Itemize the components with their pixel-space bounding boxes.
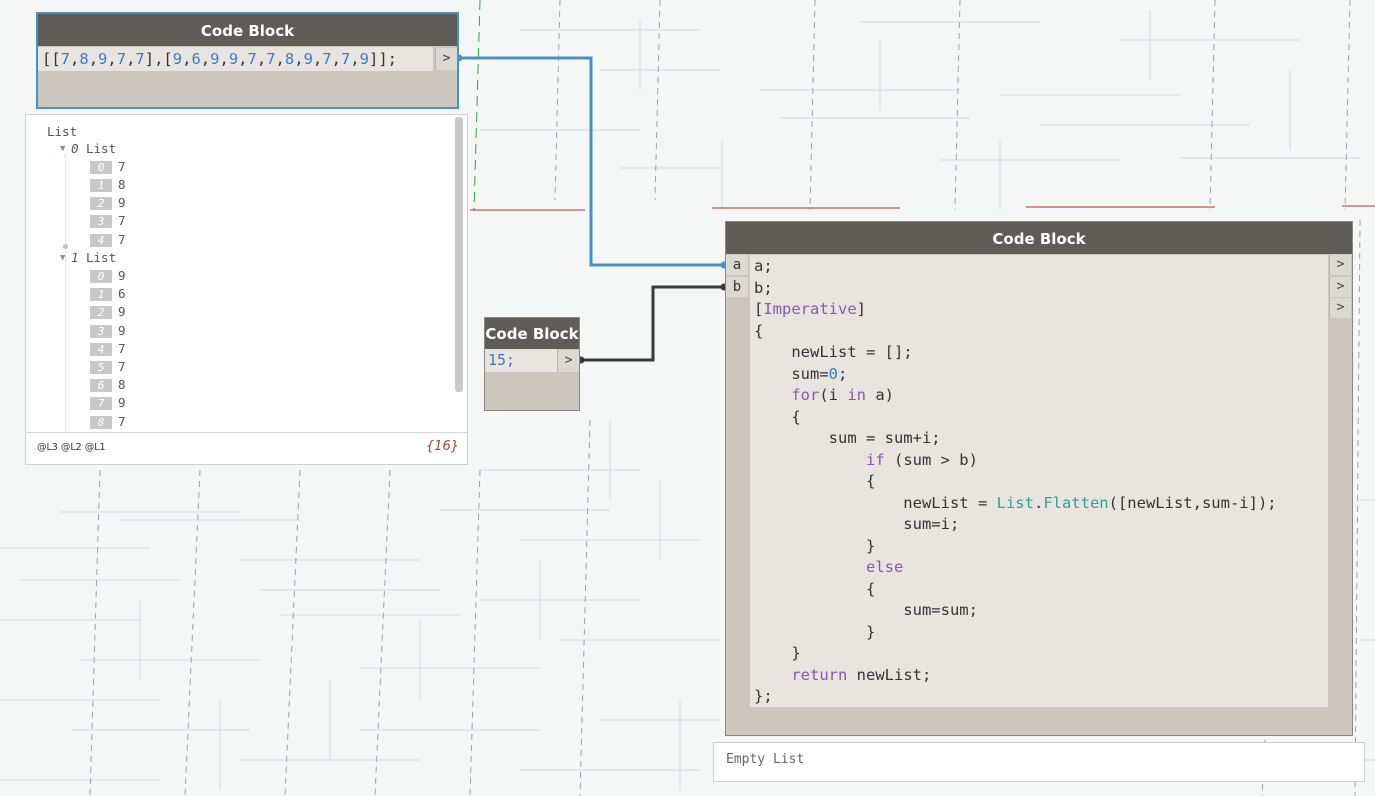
list-item: 87 [90, 414, 126, 429]
list-item: 16 [90, 286, 126, 301]
list-item: 09 [90, 268, 126, 283]
node-title[interactable]: Code Block [38, 14, 457, 46]
code-block-imperative-node[interactable]: Code Block a b a; b; [Imperative] { newL… [725, 221, 1353, 736]
preview-bubble[interactable]: Empty List [713, 742, 1365, 782]
wire-list-to-a [459, 56, 725, 267]
list-item: 39 [90, 323, 126, 338]
tree-group-index: 1 [71, 250, 79, 265]
code-editor[interactable]: 15; [485, 349, 557, 372]
tree-group-label: List [86, 250, 117, 265]
output-port-2[interactable]: > [1329, 298, 1351, 318]
watch-footer: @L3 @L2 @L1 {16} [26, 432, 467, 464]
number-value: 15; [488, 351, 516, 369]
list-item: 29 [90, 304, 126, 319]
list-item: 37 [90, 213, 126, 228]
input-port-b[interactable]: b [726, 277, 748, 297]
wire-15-to-b [580, 285, 725, 362]
watch-preview-panel[interactable]: List ▼ 0 List 07 18 29 37 47 ▼ 1 List 09… [25, 114, 468, 465]
list-item: 57 [90, 359, 126, 374]
list-levels[interactable]: @L3 @L2 @L1 [37, 442, 106, 453]
code-editor[interactable]: [[7,8,9,7,7],[9,6,9,9,7,7,8,9,7,7,9]]; [38, 47, 433, 71]
list-item: 29 [90, 195, 126, 210]
alignment-guide [473, 0, 481, 211]
code-editor[interactable]: a; b; [Imperative] { newList = []; sum=0… [750, 255, 1328, 707]
item-count: {16} [425, 439, 459, 454]
tree-group-label: List [86, 141, 117, 156]
list-item: 68 [90, 377, 126, 392]
code-block-list-node[interactable]: Code Block [[7,8,9,7,7],[9,6,9,9,7,7,8,9… [36, 12, 459, 109]
collapse-arrow-icon[interactable]: ▼ [60, 144, 65, 154]
input-port-a[interactable]: a [726, 255, 748, 275]
list-item: 47 [90, 232, 126, 247]
output-port[interactable]: > [557, 350, 579, 372]
node-title[interactable]: Code Block [485, 318, 579, 349]
tree-group-index: 0 [71, 141, 79, 156]
preview-text: Empty List [726, 752, 805, 767]
code-text[interactable]: a; b; [Imperative] { newList = []; sum=0… [754, 256, 1277, 708]
list-item: 47 [90, 341, 126, 356]
red-guides [470, 205, 1375, 211]
output-port-0[interactable]: > [1329, 255, 1351, 275]
output-port[interactable]: > [435, 48, 457, 70]
code-block-number-node[interactable]: Code Block 15; > [484, 317, 580, 411]
tree-guide-line [65, 155, 67, 433]
list-item: 79 [90, 395, 126, 410]
scrollbar[interactable] [455, 117, 463, 392]
list-item: 07 [90, 159, 126, 174]
tree-root-label: List [47, 124, 78, 139]
list-item: 18 [90, 177, 126, 192]
node-title[interactable]: Code Block [726, 222, 1352, 254]
output-port-1[interactable]: > [1329, 277, 1351, 297]
